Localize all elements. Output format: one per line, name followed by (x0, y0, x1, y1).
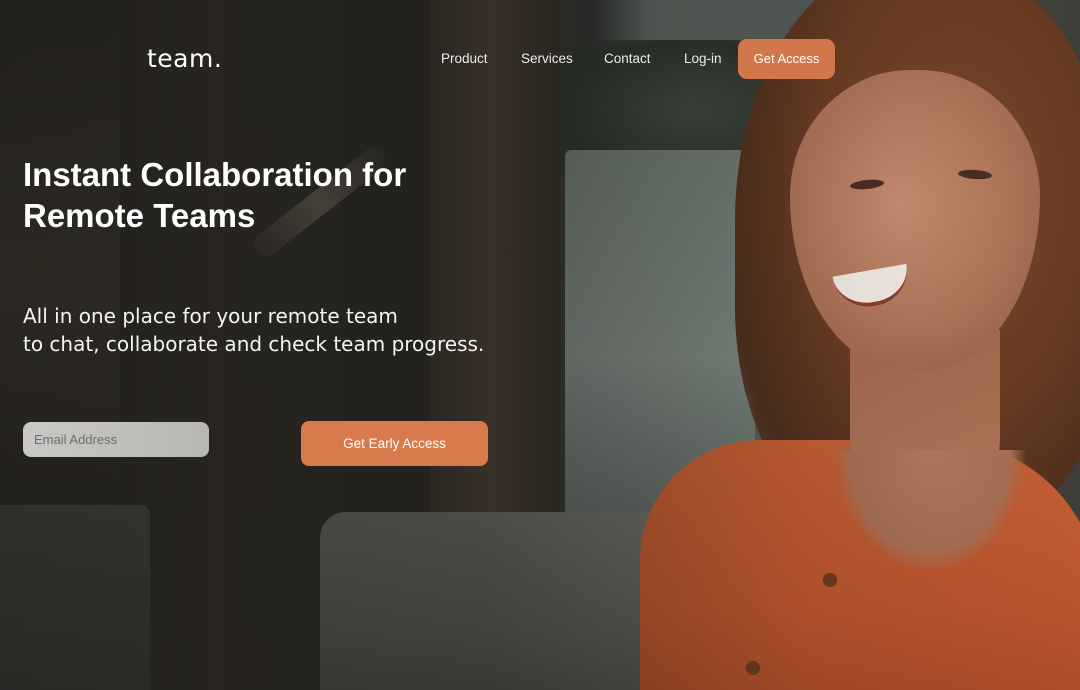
hero-subtitle-line: to chat, collaborate and check team prog… (23, 332, 485, 356)
nav-link-login[interactable]: Log-in (684, 51, 722, 66)
email-field[interactable] (23, 422, 209, 457)
nav-link-contact[interactable]: Contact (604, 51, 651, 66)
hero-subtitle-line: All in one place for your remote team (23, 304, 398, 328)
nav-link-product[interactable]: Product (441, 51, 488, 66)
top-navigation: team. Product Services Contact Log-in Ge… (0, 0, 1080, 110)
hero-title: Instant Collaboration for Remote Teams (23, 156, 407, 234)
nav-link-services[interactable]: Services (521, 51, 573, 66)
brand-logo[interactable]: team. (147, 44, 222, 73)
get-early-access-button[interactable]: Get Early Access (301, 421, 488, 466)
get-access-button[interactable]: Get Access (738, 39, 835, 79)
hero-subtitle: All in one place for your remote team to… (23, 302, 563, 358)
